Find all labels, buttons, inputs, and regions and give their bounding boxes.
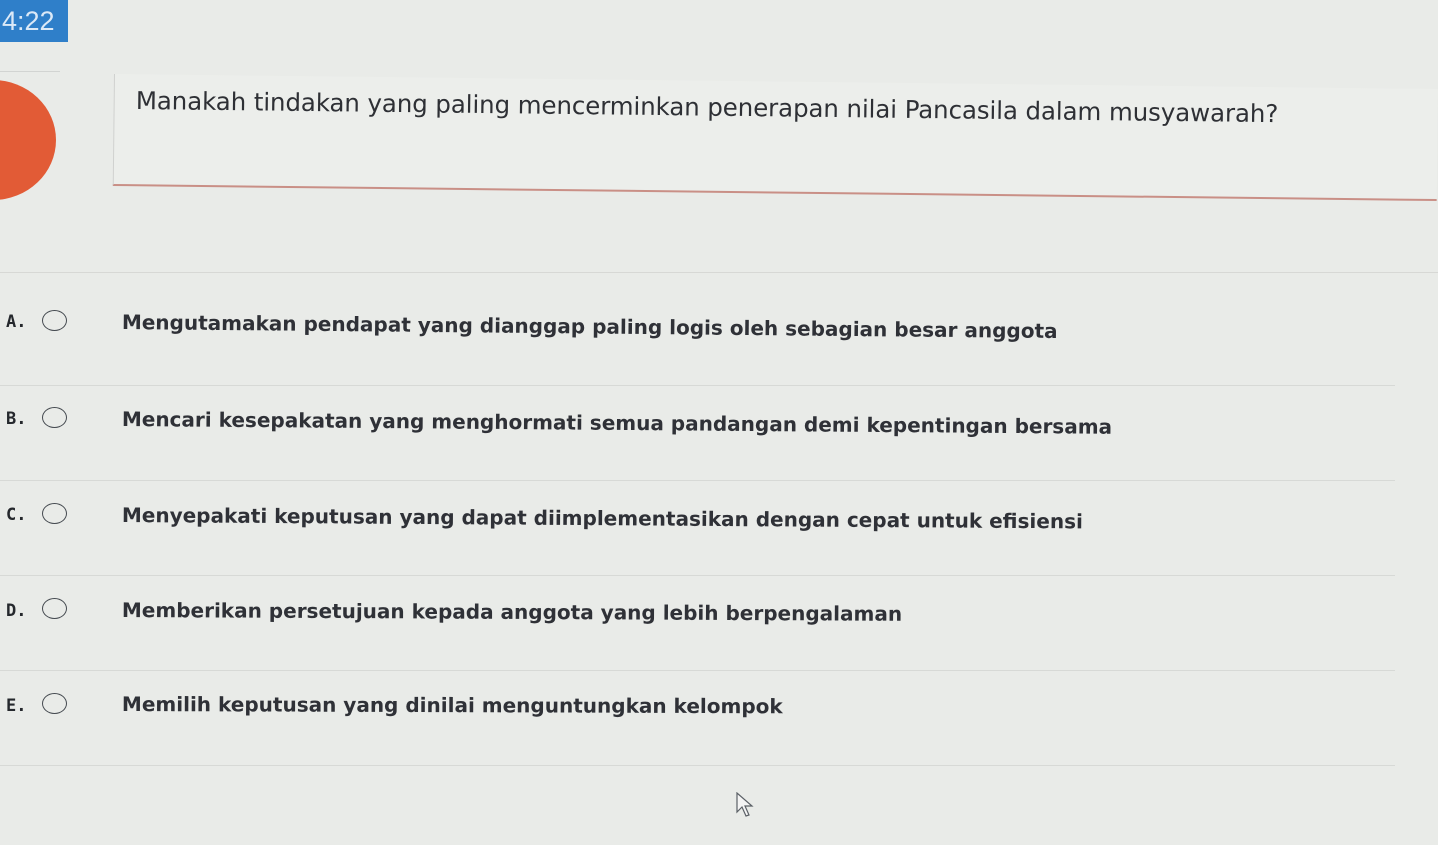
answer-text: Memilih keputusan yang dinilai menguntun… (121, 692, 783, 719)
answer-option-c[interactable]: C. Menyepakati keputusan yang dapat diim… (0, 482, 1395, 576)
answer-letter: B. (6, 409, 27, 429)
answer-letter: D. (6, 601, 27, 621)
answer-letter: C. (6, 505, 27, 525)
radio-button-b[interactable] (42, 407, 67, 428)
answer-option-a[interactable]: A. Mengutamakan pendapat yang dianggap p… (0, 292, 1395, 386)
mouse-cursor-icon (736, 792, 754, 817)
timer: 4:22 (0, 0, 68, 42)
answer-letter: E. (6, 696, 27, 716)
answer-text: Memberikan persetujuan kepada anggota ya… (121, 598, 903, 626)
radio-button-c[interactable] (42, 503, 67, 524)
top-divider (0, 71, 60, 72)
answer-option-e[interactable]: E. Memilih keputusan yang dinilai mengun… (0, 672, 1395, 766)
radio-button-a[interactable] (42, 310, 67, 331)
radio-button-e[interactable] (42, 693, 67, 714)
question-number-badge (0, 80, 56, 200)
page-divider (0, 272, 1438, 273)
answer-option-d[interactable]: D. Memberikan persetujuan kepada anggota… (0, 577, 1395, 671)
badge-ring (0, 124, 56, 200)
answer-letter: A. (6, 312, 27, 332)
radio-button-d[interactable] (42, 598, 67, 619)
answer-text: Mencari kesepakatan yang menghormati sem… (121, 407, 1113, 439)
answer-text: Mengutamakan pendapat yang dianggap pali… (121, 310, 1058, 343)
answer-option-b[interactable]: B. Mencari kesepakatan yang menghormati … (0, 387, 1395, 481)
answer-list: A. Mengutamakan pendapat yang dianggap p… (0, 292, 1400, 812)
answer-text: Menyepakati keputusan yang dapat diimple… (121, 503, 1083, 534)
timer-text: 4:22 (2, 6, 55, 36)
